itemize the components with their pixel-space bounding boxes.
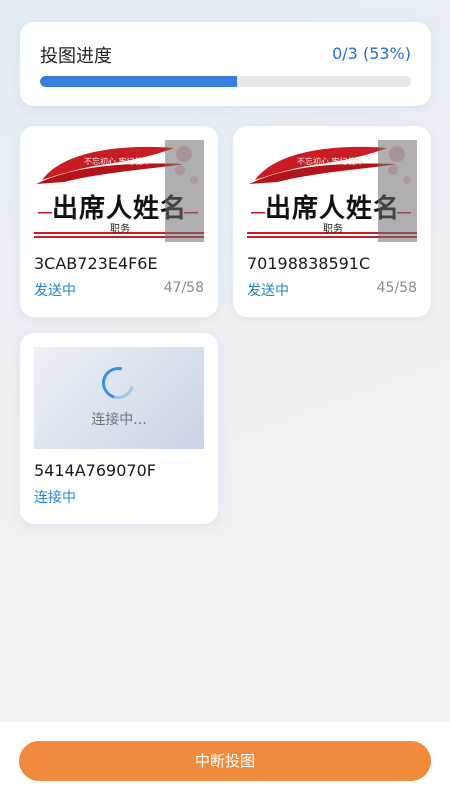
device-status: 发送中 [34, 283, 76, 299]
device-id: 3CAB723E4F6E [34, 254, 158, 273]
banner-slogan: 不忘初心 牢记使命 [84, 157, 151, 166]
progress-overlay [378, 140, 417, 242]
progress-card: 投图进度 0/3 (53%) [20, 22, 431, 106]
device-status: 连接中 [34, 490, 76, 506]
device-id: 5414A769070F [34, 461, 156, 480]
device-progress: 47/58 [163, 280, 204, 296]
progress-title: 投图进度 [40, 46, 112, 67]
progress-count: 0/3 (53%) [332, 44, 411, 63]
device-status: 发送中 [247, 283, 289, 299]
device-card[interactable]: 不忘初心 牢记使命 出席人姓名 职务 3CAB723E4F6E 发送中 47/5… [20, 126, 218, 317]
device-card[interactable]: 连接中... 5414A769070F 连接中 [20, 333, 218, 524]
device-id: 70198838591C [247, 254, 371, 273]
attendee-title-text: 职务 [110, 224, 130, 235]
device-card[interactable]: 不忘初心 牢记使命 出席人姓名 职务 70198838591C 发送中 45/5… [233, 126, 431, 317]
attendee-title-text: 职务 [323, 224, 343, 235]
progress-bar-fill [40, 76, 237, 87]
nameplate-thumbnail: 不忘初心 牢记使命 出席人姓名 职务 [34, 140, 204, 242]
bottom-action-bar: 中断投图 [0, 722, 450, 800]
progress-overlay [165, 140, 204, 242]
progress-bar [40, 76, 411, 87]
connecting-placeholder: 连接中... [34, 347, 204, 449]
banner-slogan: 不忘初心 牢记使命 [297, 157, 364, 166]
nameplate-thumbnail: 不忘初心 牢记使命 出席人姓名 职务 [247, 140, 417, 242]
loading-spinner-icon [96, 361, 140, 405]
device-progress: 45/58 [376, 280, 417, 296]
stop-projection-button[interactable]: 中断投图 [19, 741, 431, 781]
connecting-text: 连接中... [91, 412, 147, 428]
